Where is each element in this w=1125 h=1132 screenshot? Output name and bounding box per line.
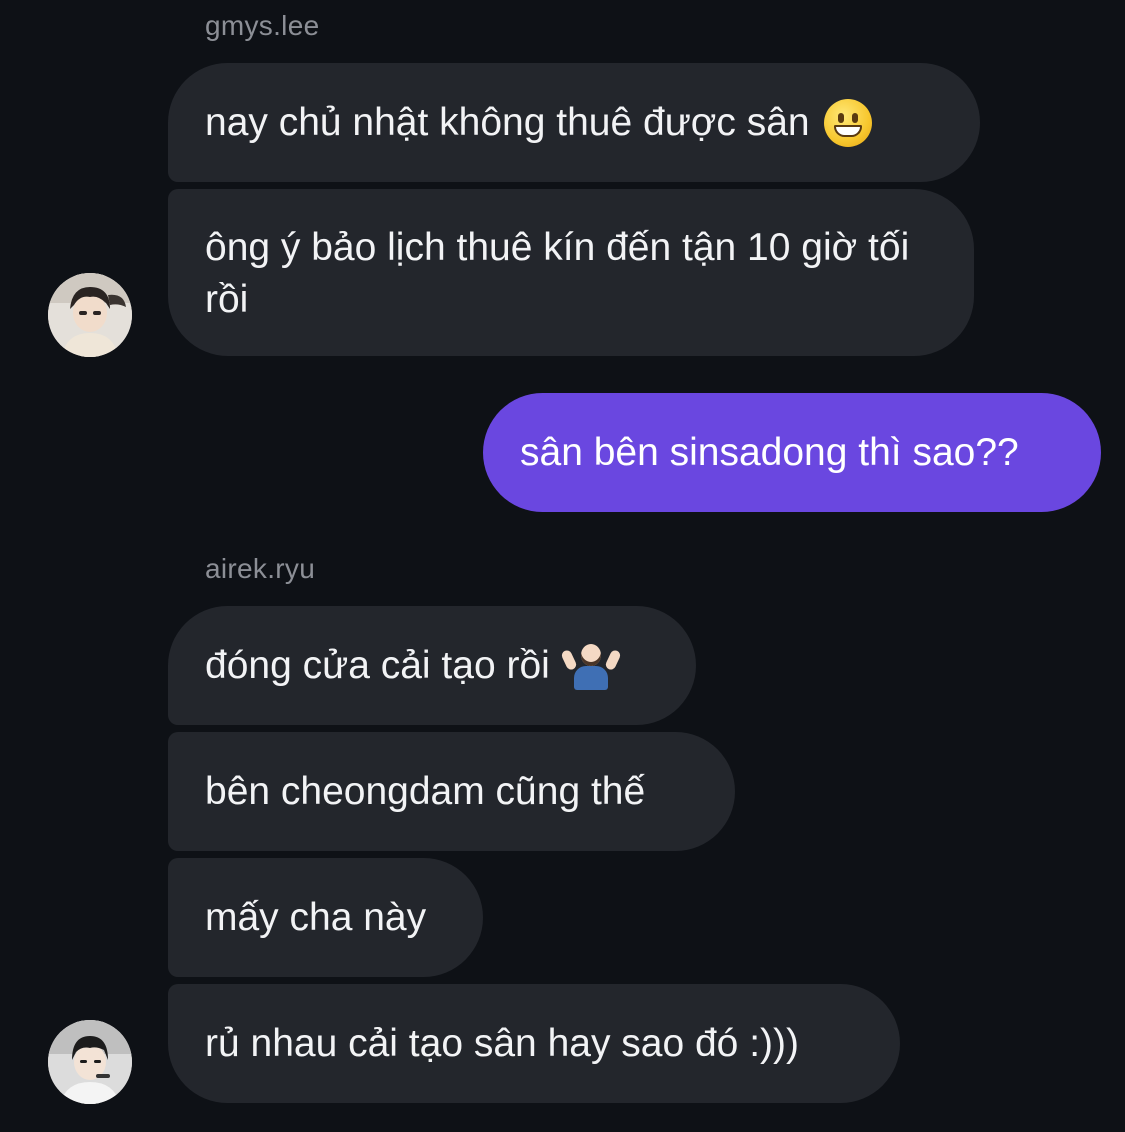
- user-avatar[interactable]: [48, 273, 132, 357]
- person-shrugging-emoji-icon: [560, 642, 622, 690]
- message-text: nay chủ nhật không thuê được sân: [205, 100, 810, 144]
- outgoing-message-bubble[interactable]: sân bên sinsadong thì sao??: [483, 393, 1101, 512]
- grinning-face-emoji-icon: [823, 98, 872, 147]
- sender-name: airek.ryu: [205, 553, 316, 584]
- message-text: đóng cửa cải tạo rồi: [205, 643, 550, 687]
- incoming-message-bubble[interactable]: đóng cửa cải tạo rồi: [168, 606, 696, 725]
- incoming-message-bubble[interactable]: bên cheongdam cũng thế: [168, 732, 735, 851]
- user-avatar-icon: [48, 1020, 132, 1104]
- sender-name: gmys.lee: [205, 10, 320, 41]
- message-text: ông ý bảo lịch thuê kín đến tận 10 giờ t…: [205, 225, 910, 321]
- user-avatar-icon: [48, 273, 132, 357]
- message-text: mấy cha này: [205, 895, 427, 939]
- message-text: sân bên sinsadong thì sao??: [520, 430, 1019, 474]
- incoming-message-bubble[interactable]: mấy cha này: [168, 858, 483, 977]
- message-text: rủ nhau cải tạo sân hay sao đó :))): [205, 1021, 800, 1065]
- incoming-message-bubble[interactable]: ông ý bảo lịch thuê kín đến tận 10 giờ t…: [168, 189, 974, 356]
- incoming-message-bubble[interactable]: rủ nhau cải tạo sân hay sao đó :))): [168, 984, 900, 1103]
- user-avatar[interactable]: [48, 1020, 132, 1104]
- message-text: bên cheongdam cũng thế: [205, 769, 646, 813]
- incoming-message-bubble[interactable]: nay chủ nhật không thuê được sân: [168, 63, 980, 182]
